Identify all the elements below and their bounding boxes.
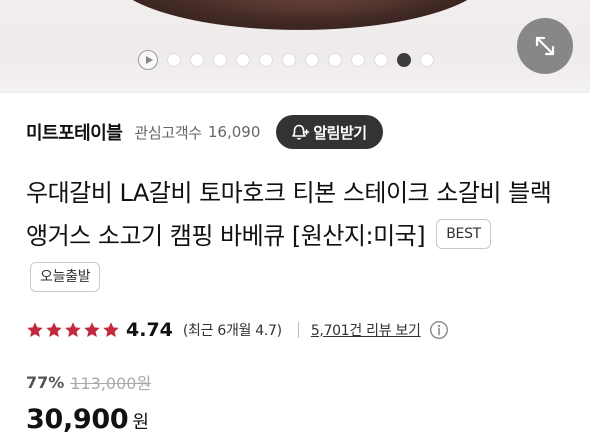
gallery-dot[interactable] (213, 53, 227, 67)
rating-row: 4.74 (최근 6개월 4.7) 5,701건 리뷰 보기 (26, 316, 449, 344)
store-info: 미트포테이블 관심고객수 16,090 알림받기 (26, 114, 383, 150)
star-icon (84, 322, 100, 338)
discount-row: 77% 113,000원 (26, 370, 151, 394)
gallery-pagination (138, 50, 434, 70)
info-circle-icon[interactable] (429, 320, 449, 340)
badge-today-shipping: 오늘출발 (30, 262, 101, 292)
product-title-block: 우대갈비 LA갈비 토마호크 티본 스테이크 소갈비 블랙앵거스 소고기 캠핑 … (26, 172, 571, 301)
gallery-dot-active[interactable] (397, 53, 411, 67)
recent-rating: (최근 6개월 4.7) (182, 323, 282, 339)
gallery-dot[interactable] (351, 53, 365, 67)
favorites-count: 16,090 (207, 123, 261, 141)
gallery-dot[interactable] (167, 53, 181, 67)
review-link[interactable]: 5,701건 리뷰 보기 (311, 320, 421, 340)
sale-price: 30,900 (26, 404, 129, 435)
play-circle-icon[interactable] (138, 50, 158, 70)
sale-price-row: 30,900 원 (26, 404, 149, 440)
badge-best: BEST (436, 219, 491, 249)
star-icon (103, 322, 119, 338)
gallery-dot[interactable] (259, 53, 273, 67)
currency-unit: 원 (132, 412, 149, 433)
star-icon (65, 322, 81, 338)
divider (0, 92, 590, 93)
rating-score: 4.74 (126, 319, 173, 341)
star-icon (27, 322, 43, 338)
gallery-dot[interactable] (328, 53, 342, 67)
favorites-label: 관심고객수 (134, 123, 202, 142)
discount-rate: 77% (26, 372, 65, 392)
bell-plus-icon (292, 124, 310, 140)
separator (297, 322, 299, 338)
alarm-button-label: 알림받기 (313, 123, 367, 142)
expand-button[interactable] (517, 18, 573, 74)
gallery-dot[interactable] (374, 53, 388, 67)
original-price: 113,000원 (70, 374, 152, 393)
gallery-dot[interactable] (236, 53, 250, 67)
store-name[interactable]: 미트포테이블 (26, 119, 123, 145)
product-image-gallery[interactable] (0, 0, 590, 92)
star-icon (46, 322, 62, 338)
gallery-dot[interactable] (282, 53, 296, 67)
expand-arrows-icon (535, 36, 555, 56)
star-rating (26, 321, 120, 339)
alarm-subscribe-button[interactable]: 알림받기 (276, 115, 383, 149)
gallery-dot[interactable] (420, 53, 434, 67)
gallery-dot[interactable] (190, 53, 204, 67)
gallery-dot[interactable] (305, 53, 319, 67)
